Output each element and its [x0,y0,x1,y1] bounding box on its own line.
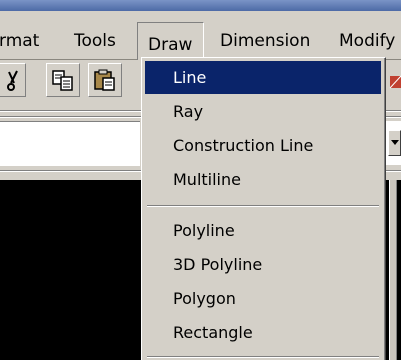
cut-button[interactable] [0,63,26,97]
toolbar-icon-partial [389,75,401,89]
menu-dimension[interactable]: Dimension [220,23,310,59]
menu-item-construction-line[interactable]: Construction Line [145,129,381,162]
menu-item-rectangle[interactable]: Rectangle [145,316,381,349]
menu-bar: rmat Tools Draw Dimension Modify [0,11,401,70]
menu-item-polygon[interactable]: Polygon [145,282,381,315]
draw-menu: Line Ray Construction Line Multiline Pol… [141,57,386,360]
chevron-down-icon [391,140,399,145]
menu-item-polyline[interactable]: Polyline [145,214,381,247]
copy-icon [52,70,73,91]
menu-item-multiline[interactable]: Multiline [145,163,381,196]
menu-item-line[interactable]: Line [145,61,381,94]
layer-combo[interactable] [0,121,140,166]
menu-separator [147,356,379,358]
title-bar [0,0,401,11]
menu-modify[interactable]: Modify [339,23,395,59]
paste-icon [94,69,115,91]
paste-button[interactable] [88,63,122,97]
combo-dropdown-button[interactable] [388,130,401,156]
menu-tools[interactable]: Tools [74,23,116,59]
app-window: rmat Tools Draw Dimension Modify Line Ra… [0,0,401,360]
menu-separator [147,205,379,207]
menu-item-ray[interactable]: Ray [145,95,381,128]
cut-icon [7,70,18,91]
menu-item-3d-polyline[interactable]: 3D Polyline [145,248,381,281]
drawing-canvas[interactable] [0,180,141,360]
menu-format[interactable]: rmat [0,23,39,59]
vertical-toolbar-edge [389,180,397,360]
copy-button[interactable] [46,63,80,97]
